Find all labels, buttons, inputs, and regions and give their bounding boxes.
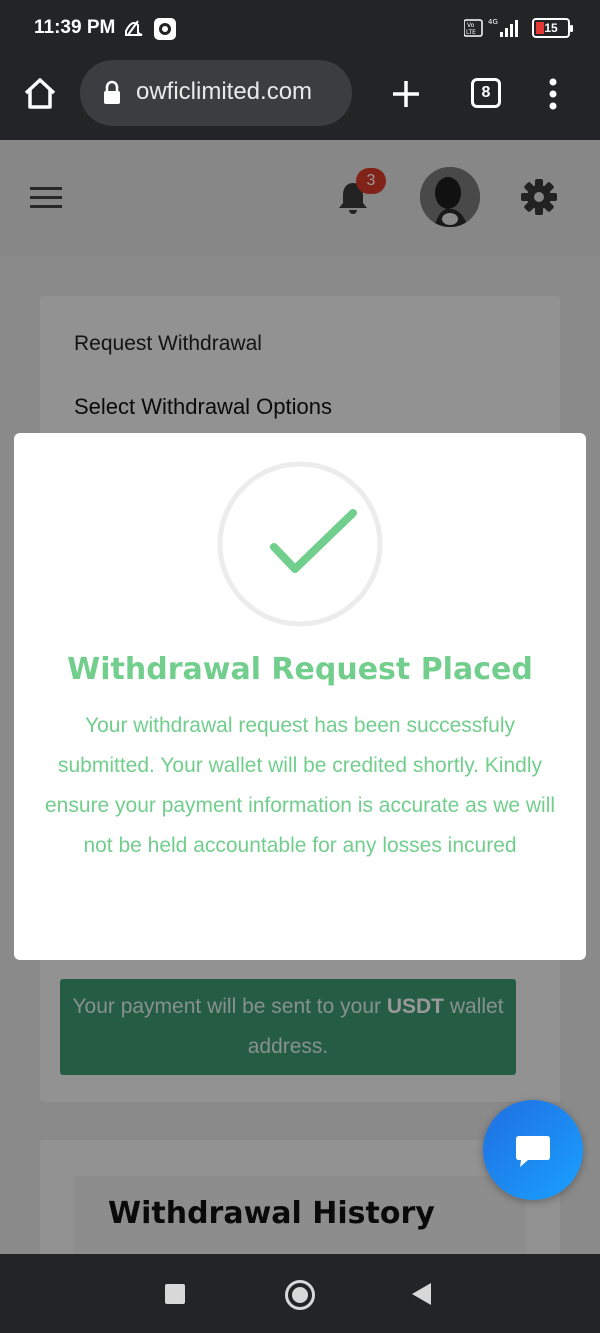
chat-bubble-icon	[516, 1136, 550, 1167]
signal-icon: Vo LTE 4G	[464, 18, 518, 37]
checkmark-icon	[217, 461, 383, 627]
status-bar: 11:39 PM Vo LTE 4G 15	[0, 0, 600, 58]
tab-switcher-button[interactable]: 8	[471, 78, 501, 108]
modal-message: Your withdrawal request has been success…	[44, 714, 556, 857]
status-icons-right: Vo LTE 4G 15	[464, 16, 573, 40]
battery-fill	[536, 22, 544, 34]
svg-text:Vo: Vo	[467, 22, 475, 29]
address-bar[interactable]: owficlimited.com	[80, 60, 352, 126]
browser-menu-button[interactable]	[543, 74, 563, 114]
system-nav-bar	[0, 1254, 600, 1333]
lock-icon	[104, 80, 120, 104]
success-modal: Withdrawal Request Placed Your withdrawa…	[14, 433, 586, 960]
chat-button[interactable]	[483, 1100, 583, 1200]
status-time: 11:39 PM	[34, 17, 116, 38]
back-button[interactable]	[412, 1283, 431, 1305]
plus-icon	[393, 81, 419, 107]
more-vertical-icon	[549, 78, 557, 110]
browser-toolbar: owficlimited.com 8	[0, 58, 600, 140]
recents-button[interactable]	[165, 1284, 185, 1304]
home-icon	[24, 78, 56, 109]
svg-text:4G: 4G	[488, 18, 498, 26]
modal-title: Withdrawal Request Placed	[67, 652, 533, 687]
new-tab-button[interactable]	[388, 76, 424, 112]
mute-and-app-icons	[125, 18, 176, 40]
url-text: owficlimited.com	[136, 78, 313, 105]
success-check-icon	[217, 461, 383, 627]
status-icons-left	[124, 17, 184, 45]
battery-icon: 15	[532, 18, 573, 38]
battery-level: 15	[544, 21, 558, 35]
home-nav-button[interactable]	[285, 1280, 315, 1310]
home-button[interactable]	[20, 74, 60, 114]
svg-text:LTE: LTE	[466, 29, 476, 36]
